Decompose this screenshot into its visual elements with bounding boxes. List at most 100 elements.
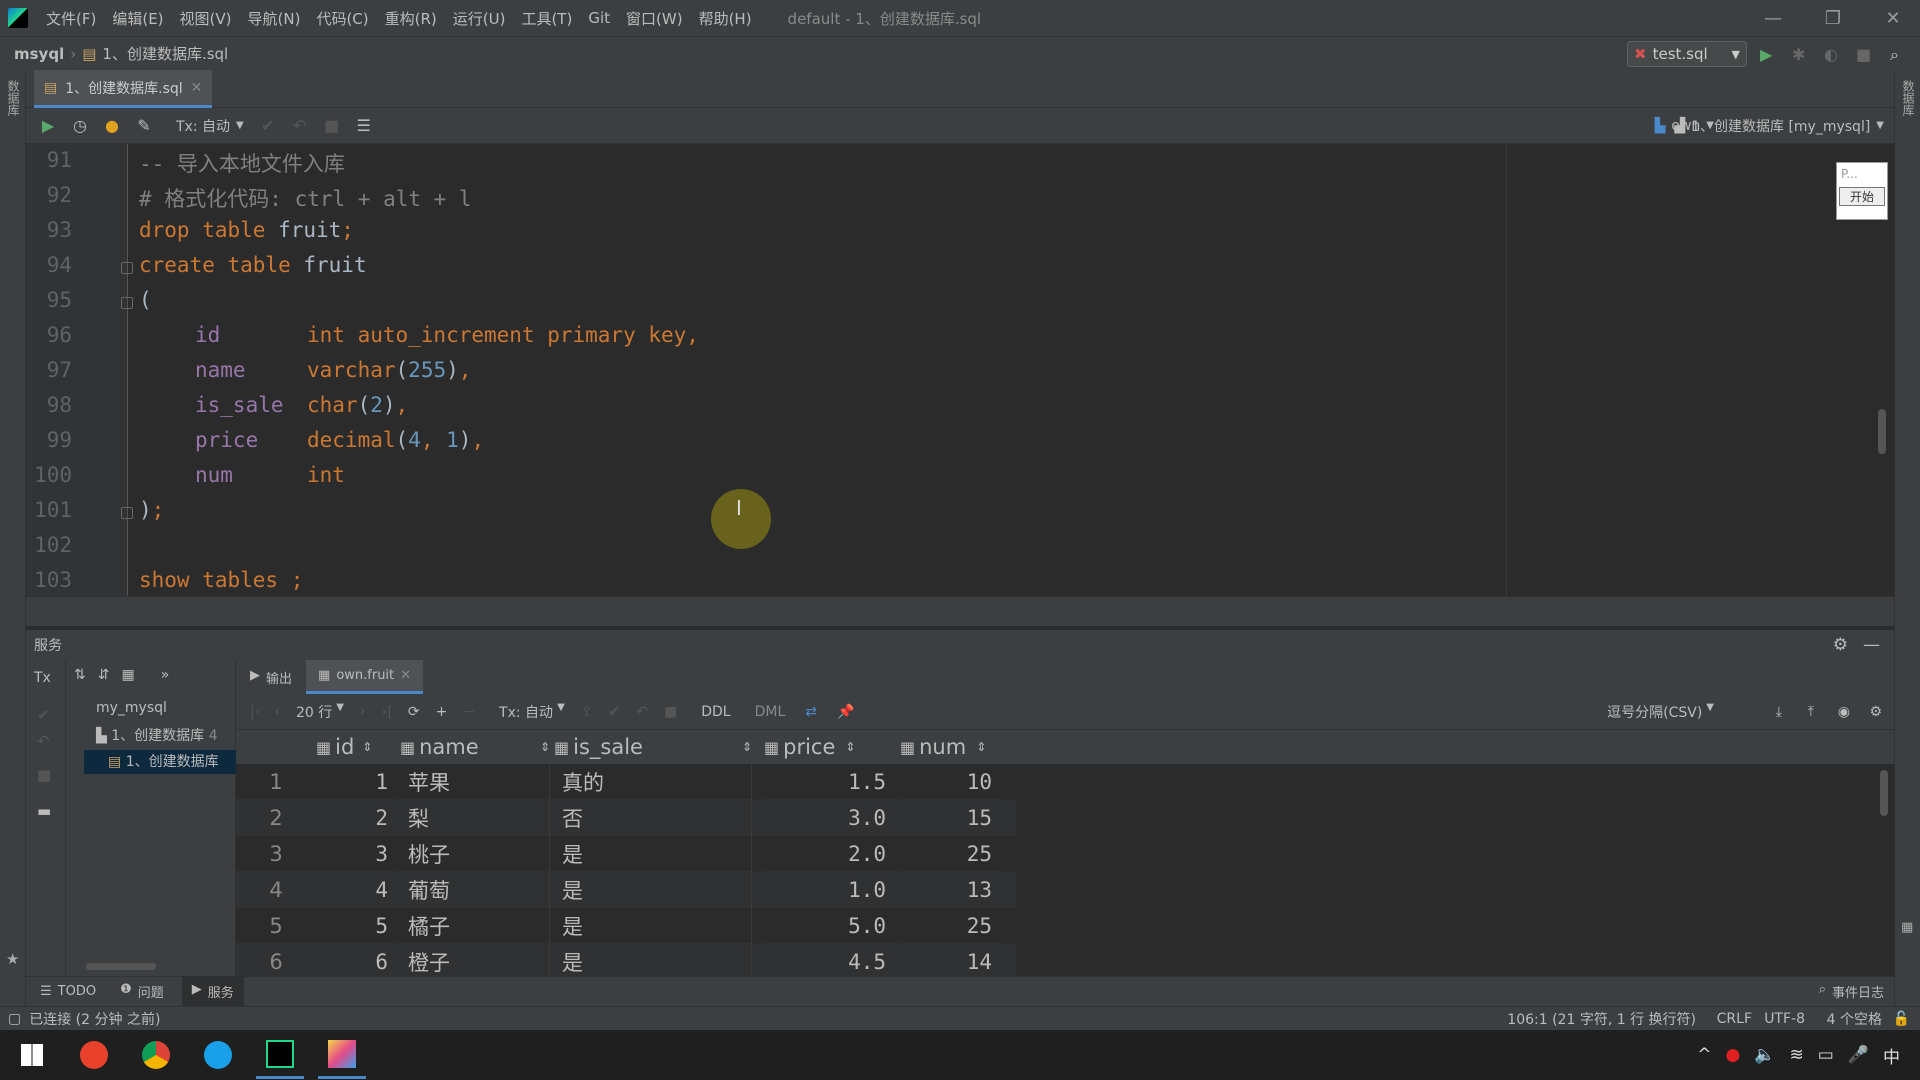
coverage-icon[interactable]: ◐ [1824, 45, 1838, 64]
table-row[interactable]: 5 5 橘子是 5.0 25 [236, 908, 1016, 944]
cell-is-sale[interactable]: 是 [554, 836, 752, 872]
column-header-name[interactable]: ▦ name ⇕ [400, 730, 550, 764]
restore-icon[interactable]: ❐ [1810, 0, 1856, 36]
rollback-icon[interactable]: ↶ [37, 732, 50, 750]
cell-id[interactable]: 3 [316, 836, 396, 872]
console-selector[interactable]: ▟ 1、创建数据库 [my_mysql] ▼ [1674, 116, 1884, 136]
battery-icon[interactable]: ▭ [1818, 1045, 1834, 1065]
run-config-selector[interactable]: ✖ test.sql ▼ [1627, 41, 1747, 67]
cell-id[interactable]: 4 [316, 872, 396, 908]
tab-todo[interactable]: ☰ TODO [40, 984, 96, 999]
table-row[interactable]: 1 1 苹果 真的 1.5 10 [236, 764, 1016, 800]
cell-is-sale[interactable]: 否 [554, 800, 752, 836]
lock-icon[interactable]: 🔓 [1893, 1011, 1910, 1027]
expand-all-icon[interactable]: ⇅ [74, 667, 86, 683]
cell-price[interactable]: 3.0 [764, 800, 894, 836]
volume-icon[interactable]: 🔈 [1754, 1045, 1775, 1065]
cell-price[interactable]: 1.5 [764, 764, 894, 800]
rollback-icon[interactable]: ↶ [284, 116, 316, 135]
sort-icon[interactable]: ⇕ [540, 740, 550, 754]
commit-icon[interactable]: ✔ [252, 116, 284, 135]
event-log-button[interactable]: ⌕ 事件日志 [1819, 982, 1884, 1001]
code-editor[interactable]: 91 92 93 94 95 96 97 98 99 100 101 102 1… [26, 144, 1894, 596]
breadcrumb-file[interactable]: 1、创建数据库.sql [102, 43, 228, 64]
floating-widget[interactable]: P... 开始 [1836, 162, 1888, 220]
stop-icon[interactable]: ■ [37, 766, 51, 784]
sort-icon[interactable]: ⇕ [976, 740, 986, 754]
column-header-is-sale[interactable]: ▦ is_sale ⇕ [554, 730, 752, 764]
next-page-icon[interactable]: › [360, 704, 366, 720]
prev-page-icon[interactable]: ‹ [274, 704, 280, 720]
cell-num[interactable]: 15 [900, 800, 1000, 836]
fold-marker-icon[interactable] [121, 297, 133, 309]
tab-services[interactable]: ▶ 服务 [181, 976, 244, 1007]
cursor-position[interactable]: 106:1 (21 字符, 1 行 换行符) [1507, 1009, 1696, 1029]
result-grid[interactable]: ▦ id ⇕ ▦ name ⇕ ▦ is_sale ⇕ ▦ price ⇕ ▦ num ⇕ 1 1 苹果… [236, 730, 1894, 976]
tab-close-icon[interactable]: ✕ [191, 80, 203, 96]
table-row[interactable]: 3 3 桃子是 2.0 25 [236, 836, 1016, 872]
fold-marker-icon[interactable] [121, 507, 133, 519]
column-header-num[interactable]: ▦ num ⇕ [900, 730, 990, 764]
menu-run[interactable]: 运行(U) [445, 8, 514, 29]
tab-close-icon[interactable]: ✕ [400, 668, 411, 683]
database-tool-label-right[interactable]: 数据库 [1900, 80, 1917, 116]
start-button[interactable]: 开始 [1839, 187, 1885, 206]
panel-toggle-icon[interactable]: ▢ [8, 1011, 21, 1027]
start-icon[interactable] [8, 1031, 56, 1079]
edge-icon[interactable] [194, 1031, 242, 1079]
upload-icon[interactable]: ⤒ [1808, 704, 1814, 720]
cell-name[interactable]: 葡萄 [400, 872, 550, 908]
stop-icon[interactable]: ■ [664, 704, 677, 720]
menu-window[interactable]: 窗口(W) [618, 8, 691, 29]
layout-icon[interactable]: ▬ [37, 802, 51, 820]
menu-tools[interactable]: 工具(T) [513, 8, 580, 29]
tab-own-fruit[interactable]: ▦ own.fruit ✕ [306, 660, 424, 694]
cell-name[interactable]: 桃子 [400, 836, 550, 872]
editor-tab-active[interactable]: ▤ 1、创建数据库.sql ✕ [34, 70, 213, 108]
cell-price[interactable]: 2.0 [764, 836, 894, 872]
rollback-icon[interactable]: ↶ [636, 704, 648, 720]
cell-num[interactable]: 13 [900, 872, 1000, 908]
more-icon[interactable]: » [161, 667, 170, 683]
cell-is-sale[interactable]: 真的 [554, 764, 752, 800]
datagrip-icon[interactable] [256, 1031, 304, 1079]
chrome-icon[interactable] [132, 1031, 180, 1079]
editor-scrollbar[interactable] [1878, 409, 1886, 454]
menu-navigate[interactable]: 导航(N) [240, 8, 309, 29]
menu-refactor[interactable]: 重构(R) [377, 8, 445, 29]
add-row-icon[interactable]: + [436, 704, 448, 720]
menu-file[interactable]: 文件(F) [38, 8, 104, 29]
ddl-button[interactable]: DDL [701, 704, 730, 720]
cell-price[interactable]: 4.5 [764, 944, 894, 976]
cell-num[interactable]: 25 [900, 836, 1000, 872]
run-icon[interactable]: ▶ [1760, 45, 1772, 64]
history-icon[interactable]: ◷ [64, 116, 96, 135]
cell-id[interactable]: 5 [316, 908, 396, 944]
execute-icon[interactable]: ▶ [32, 116, 64, 135]
grid-scrollbar[interactable] [1880, 770, 1888, 816]
cell-name[interactable]: 梨 [400, 800, 550, 836]
wifi-icon[interactable]: ≋ [1790, 1045, 1804, 1065]
group-icon[interactable]: ▦ [121, 667, 134, 683]
sort-icon[interactable]: ⇕ [362, 740, 372, 754]
cell-num[interactable]: 14 [900, 944, 1000, 976]
taskbar-app-red-icon[interactable] [70, 1031, 118, 1079]
explain-plan-icon[interactable]: ● [96, 116, 128, 135]
column-header-price[interactable]: ▦ price ⇕ [764, 730, 884, 764]
pin-icon[interactable]: 📌 [837, 704, 854, 720]
dml-button[interactable]: DML [755, 704, 786, 720]
export-format-selector[interactable]: 逗号分隔(CSV) ▼ [1607, 702, 1714, 722]
tab-output[interactable]: ▶ 输出 [236, 668, 306, 687]
menu-edit[interactable]: 编辑(E) [104, 8, 171, 29]
cell-id[interactable]: 6 [316, 944, 396, 976]
cell-name[interactable]: 橙子 [400, 944, 550, 976]
compare-icon[interactable]: ⇄ [805, 704, 817, 720]
file-encoding[interactable]: UTF-8 [1764, 1011, 1805, 1027]
commit-icon[interactable]: ✔ [609, 704, 621, 720]
cell-num[interactable]: 25 [900, 908, 1000, 944]
tray-expand-icon[interactable]: ^ [1697, 1045, 1711, 1065]
menu-help[interactable]: 帮助(H) [691, 8, 760, 29]
gear-icon[interactable]: ⚙ [1833, 635, 1848, 655]
cell-price[interactable]: 5.0 [764, 908, 894, 944]
cell-is-sale[interactable]: 是 [554, 872, 752, 908]
